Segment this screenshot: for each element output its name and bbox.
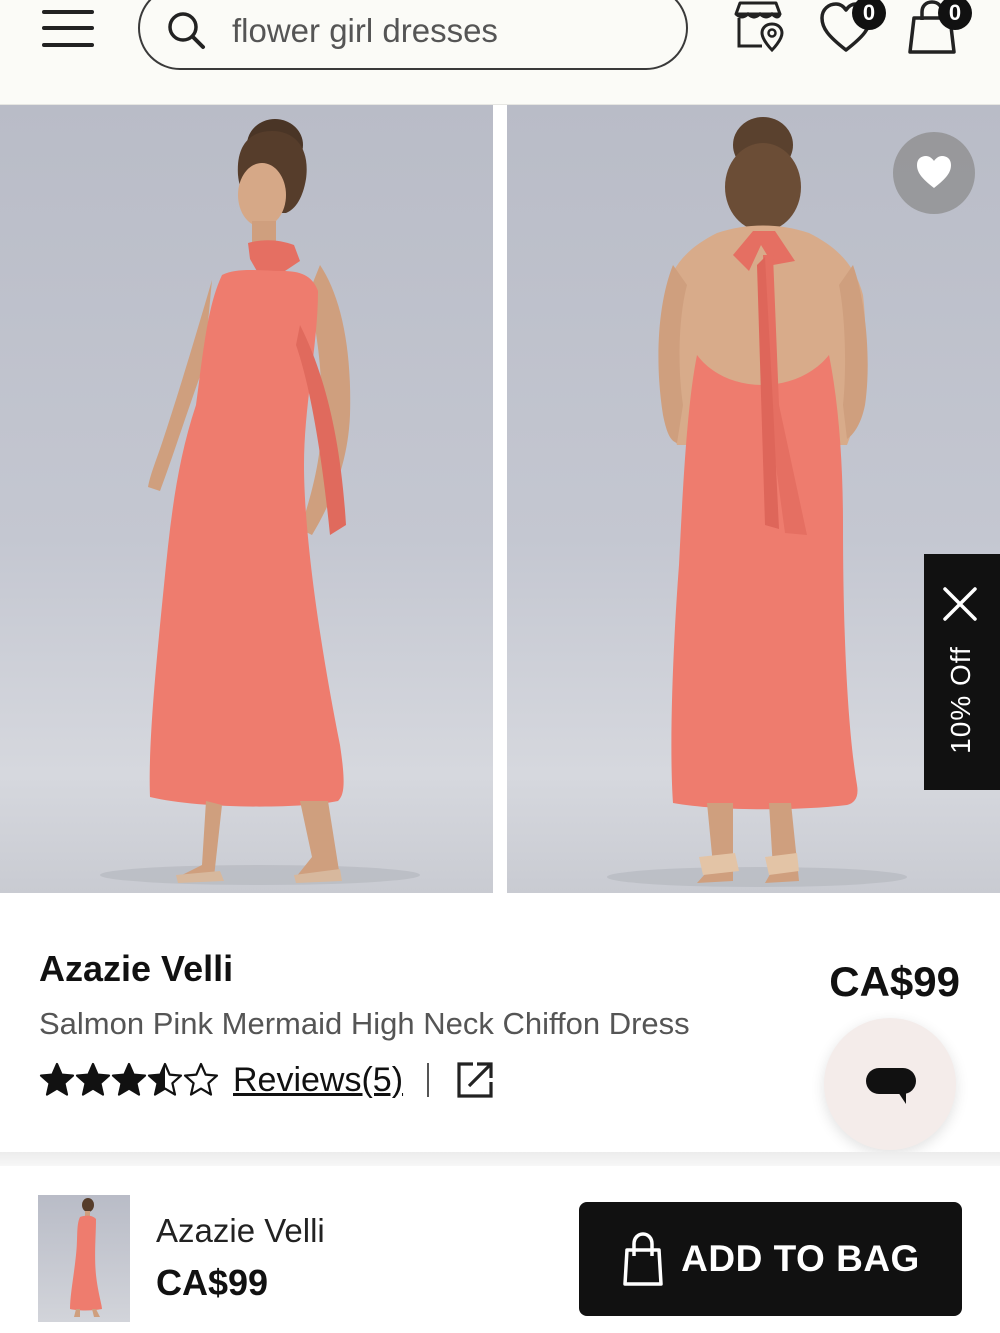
chat-button[interactable] [824, 1018, 956, 1150]
store-locator-icon[interactable] [730, 0, 788, 54]
section-divider [0, 1152, 1000, 1166]
star-full-icon [39, 1062, 75, 1096]
search-icon [168, 12, 205, 49]
product-name: Salmon Pink Mermaid High Neck Chiffon Dr… [39, 1006, 690, 1041]
product-price: CA$99 [829, 958, 960, 1005]
bag-icon [623, 1232, 663, 1286]
promo-label: 10% Off [945, 646, 976, 754]
chat-icon [866, 1068, 916, 1094]
search-bar[interactable] [138, 0, 688, 70]
shopping-bag-icon[interactable]: 0 [904, 0, 974, 56]
bottom-bar-product-name: Azazie Velli [156, 1212, 325, 1249]
product-brand: Azazie Velli [39, 948, 234, 989]
star-full-icon [75, 1062, 111, 1096]
add-to-bag-button[interactable]: ADD TO BAG [579, 1202, 962, 1316]
bottom-bar-price: CA$99 [156, 1262, 269, 1303]
menu-icon[interactable] [42, 8, 96, 52]
wishlist-icon[interactable]: 0 [818, 0, 888, 56]
add-to-bag-label: ADD TO BAG [681, 1238, 920, 1279]
star-empty-icon [183, 1062, 219, 1096]
wishlist-count-badge: 0 [852, 0, 886, 30]
sticky-bottom-bar: Azazie Velli CA$99 ADD TO BAG [0, 1166, 1000, 1333]
divider [427, 1063, 430, 1097]
close-icon[interactable] [942, 586, 978, 622]
product-thumbnail [38, 1195, 130, 1322]
top-header: 0 0 [0, 0, 1000, 105]
reviews-link[interactable]: Reviews(5) [233, 1061, 403, 1100]
rating-row: Reviews(5) [39, 1058, 495, 1102]
star-half-icon [147, 1062, 183, 1096]
favorite-button[interactable] [893, 132, 975, 214]
product-photo-front[interactable] [0, 105, 493, 893]
share-external-icon[interactable] [455, 1060, 495, 1100]
bag-count-badge: 0 [938, 0, 972, 30]
product-gallery[interactable] [0, 105, 1000, 895]
search-input[interactable] [230, 10, 664, 52]
rating-stars [39, 1062, 219, 1098]
star-full-icon [111, 1062, 147, 1096]
heart-icon [917, 156, 951, 188]
discount-promo-tab[interactable]: 10% Off [924, 554, 1000, 790]
